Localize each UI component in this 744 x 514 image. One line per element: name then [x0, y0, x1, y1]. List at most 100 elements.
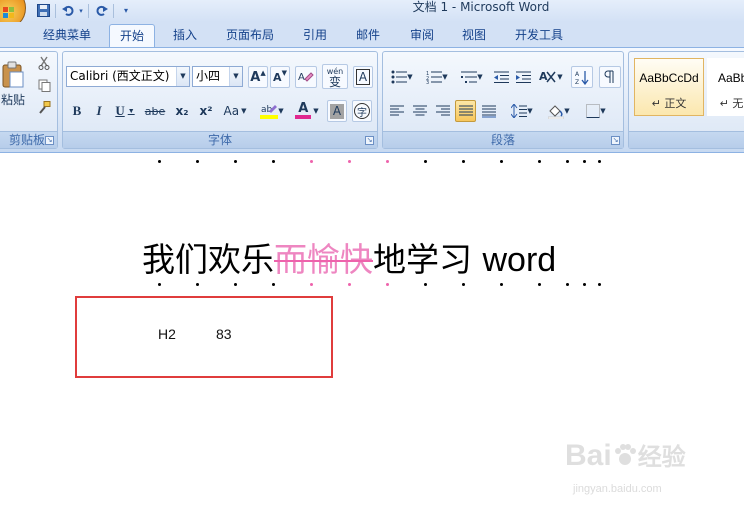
- numbering-icon: 123: [426, 71, 443, 84]
- style-no-spacing-sample: AaBbC: [717, 71, 744, 85]
- tab-home[interactable]: 开始: [109, 24, 155, 48]
- shrink-font-icon: A: [273, 70, 282, 84]
- copy-icon[interactable]: [35, 76, 53, 94]
- clear-format-button[interactable]: A: [295, 66, 317, 88]
- phonetic-guide-button[interactable]: wén 变: [322, 64, 348, 89]
- font-group-label: 字体: [63, 131, 377, 148]
- paste-label: 粘贴: [0, 92, 25, 107]
- svg-text:A: A: [539, 70, 548, 83]
- baidu-logo: Bai 经验: [565, 437, 686, 473]
- bold-icon: B: [72, 103, 82, 118]
- svg-text:3: 3: [426, 80, 429, 84]
- highlighter-icon: ab: [260, 105, 279, 119]
- strikethrough-button[interactable]: abe: [142, 100, 168, 122]
- baidu-logo-text: Bai: [565, 439, 612, 472]
- style-normal-name: ↵ 正文: [651, 97, 687, 110]
- chevron-down-icon: ▼: [176, 67, 189, 86]
- shrink-font-button[interactable]: A ▼: [270, 66, 290, 88]
- tab-mailings[interactable]: 邮件: [346, 24, 390, 48]
- align-left-button[interactable]: [386, 100, 407, 122]
- style-normal[interactable]: AaBbCcDd ↵ 正文: [634, 58, 704, 116]
- paragraph-mark-icon: [604, 70, 614, 83]
- tab-references[interactable]: 引用: [293, 24, 337, 48]
- font-size-value: 小四: [196, 69, 221, 83]
- decrease-indent-button[interactable]: [491, 66, 511, 88]
- paste-icon: [2, 61, 24, 87]
- change-case-button[interactable]: Aa ▼: [220, 100, 250, 122]
- tab-view[interactable]: 视图: [452, 24, 496, 48]
- callout-left-value: H2: [158, 326, 176, 342]
- svg-text:Z: Z: [575, 79, 579, 85]
- baidu-watermark: Bai 经验 jingyan.baidu.com: [565, 437, 735, 507]
- grow-font-button[interactable]: A ▲: [248, 66, 268, 88]
- cut-icon[interactable]: [35, 54, 53, 72]
- superscript-button[interactable]: x²: [195, 100, 217, 122]
- paste-button[interactable]: 粘贴: [0, 54, 27, 114]
- chevron-down-icon: ▼: [229, 67, 242, 86]
- sort-button[interactable]: AZ: [571, 66, 593, 88]
- chinese-layout-button[interactable]: A ▼: [536, 66, 566, 88]
- numbering-button[interactable]: 123 ▼: [421, 66, 453, 88]
- italic-icon: I: [96, 103, 102, 118]
- align-right-button[interactable]: [432, 100, 453, 122]
- enclose-char-button[interactable]: 字: [352, 100, 372, 122]
- font-group: Calibri (西文正文) ▼ 小四 ▼ A ▲ A ▼ A wén 变 A B …: [62, 51, 378, 149]
- text-normal-before: 我们欢乐: [142, 240, 274, 279]
- font-launcher-icon[interactable]: ↘: [365, 136, 374, 145]
- justify-button[interactable]: [455, 100, 476, 122]
- shading-button[interactable]: ▼: [543, 100, 575, 122]
- font-size-select[interactable]: 小四 ▼: [192, 66, 243, 87]
- tab-review[interactable]: 审阅: [400, 24, 444, 48]
- enclose-char-icon: 字: [354, 103, 370, 119]
- tab-classic-menu[interactable]: 经典菜单: [34, 24, 100, 48]
- font-color-button[interactable]: A ▼: [291, 100, 323, 122]
- char-border-button[interactable]: A: [353, 66, 373, 88]
- align-center-icon: [412, 105, 427, 116]
- paragraph-group-label: 段落: [383, 131, 623, 148]
- subscript-button[interactable]: x₂: [171, 100, 193, 122]
- paint-bucket-icon: [548, 104, 565, 119]
- phonetic-guide-icon: 变: [328, 74, 341, 89]
- text-highlight-button[interactable]: ab ▼: [256, 100, 288, 122]
- clipboard-launcher-icon[interactable]: ↘: [45, 136, 54, 145]
- styles-group-label: [629, 131, 744, 148]
- clear-format-icon: A: [298, 72, 314, 83]
- align-center-button[interactable]: [409, 100, 430, 122]
- increase-indent-button[interactable]: [513, 66, 533, 88]
- watermark-url: jingyan.baidu.com: [573, 483, 662, 495]
- char-shading-button[interactable]: A: [327, 100, 347, 122]
- styles-group: AaBbCcDd ↵ 正文 AaBbC ↵ 无间: [628, 51, 744, 149]
- ribbon-tabs: 经典菜单 开始 插入 页面布局 引用 邮件 审阅 视图 开发工具: [0, 22, 744, 48]
- multilevel-list-button[interactable]: ▼: [456, 66, 488, 88]
- line-spacing-icon: [511, 104, 528, 118]
- tab-insert[interactable]: 插入: [163, 24, 207, 48]
- chinese-layout-icon: A: [539, 70, 556, 83]
- style-no-spacing-name: ↵ 无间: [719, 97, 744, 110]
- underline-button[interactable]: U ▼: [112, 100, 138, 122]
- tab-page-layout[interactable]: 页面布局: [217, 24, 283, 48]
- callout-right-value: 83: [216, 326, 232, 342]
- paragraph-launcher-icon[interactable]: ↘: [611, 136, 620, 145]
- line-spacing-button[interactable]: ▼: [506, 100, 538, 122]
- multilevel-list-icon: [461, 71, 478, 83]
- callout-box: H2 83: [75, 296, 333, 378]
- text-latin: word: [482, 241, 557, 279]
- window-title: 文档 1 - Microsoft Word: [412, 0, 550, 14]
- bullets-button[interactable]: ▼: [386, 66, 418, 88]
- baidu-logo-suffix: 经验: [637, 444, 686, 471]
- ribbon: 粘贴 剪贴板 ↘ Calibri (西文正文) ▼ 小四 ▼ A ▲ A ▼ A…: [0, 47, 744, 153]
- font-name-select[interactable]: Calibri (西文正文) ▼: [66, 66, 190, 87]
- borders-button[interactable]: ▼: [580, 100, 612, 122]
- format-painter-icon[interactable]: [35, 98, 53, 116]
- clipboard-group: 粘贴 剪贴板 ↘: [0, 51, 58, 149]
- svg-text:A: A: [575, 71, 580, 78]
- italic-button[interactable]: I: [89, 100, 109, 122]
- style-no-spacing[interactable]: AaBbC ↵ 无间: [707, 58, 744, 116]
- word-window: ▾ ▾ 文档 1 - Microsoft Word 经典菜单 开始 插入 页面布…: [0, 0, 744, 514]
- tab-developer[interactable]: 开发工具: [506, 24, 572, 48]
- change-case-icon: Aa: [223, 104, 240, 118]
- bold-button[interactable]: B: [67, 100, 87, 122]
- show-marks-button[interactable]: [599, 66, 621, 88]
- paragraph-group: ▼ 123 ▼ ▼ A ▼ AZ ▼ ▼ ▼ 段落 ↘: [382, 51, 624, 149]
- distributed-button[interactable]: [478, 100, 499, 122]
